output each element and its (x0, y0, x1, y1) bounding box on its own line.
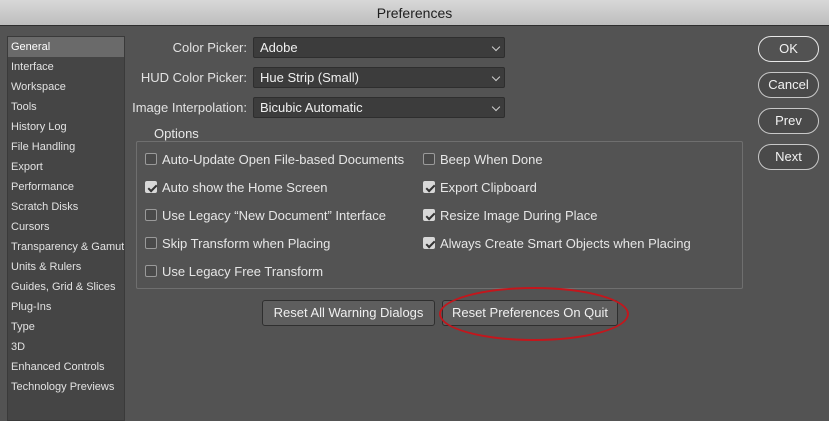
image-interpolation-value: Bicubic Automatic (260, 100, 363, 115)
hud-color-picker-label: HUD Color Picker: (140, 70, 247, 85)
checkbox[interactable] (145, 265, 157, 277)
image-interpolation-select[interactable]: Bicubic Automatic (253, 97, 505, 118)
option-always-create-smart-objects[interactable]: Always Create Smart Objects when Placing (423, 235, 691, 251)
option-label: Resize Image During Place (440, 207, 598, 223)
window-title: Preferences (376, 5, 453, 21)
hud-color-picker-value: Hue Strip (Small) (260, 70, 359, 85)
checkbox[interactable] (145, 209, 157, 221)
checkbox[interactable] (145, 237, 157, 249)
sidebar-item-guides-grid-slices[interactable]: Guides, Grid & Slices (8, 277, 124, 297)
sidebar-item-enhanced-controls[interactable]: Enhanced Controls (8, 357, 124, 377)
checkbox-checked[interactable] (423, 237, 435, 249)
sidebar-item-general[interactable]: General (8, 37, 124, 57)
sidebar-item-performance[interactable]: Performance (8, 177, 124, 197)
checkbox-checked[interactable] (423, 209, 435, 221)
checkbox[interactable] (145, 153, 157, 165)
sidebar-item-transparency-gamut[interactable]: Transparency & Gamut (8, 237, 124, 257)
sidebar-item-scratch-disks[interactable]: Scratch Disks (8, 197, 124, 217)
option-label: Beep When Done (440, 151, 543, 167)
color-picker-label: Color Picker: (172, 40, 247, 55)
option-label: Use Legacy Free Transform (162, 263, 324, 279)
sidebar-item-3d[interactable]: 3D (8, 337, 124, 357)
option-legacy-new-document[interactable]: Use Legacy “New Document” Interface (145, 207, 386, 223)
option-label: Auto-Update Open File-based Documents (162, 151, 405, 167)
chevron-down-icon (491, 72, 501, 82)
reset-warning-dialogs-button[interactable]: Reset All Warning Dialogs (262, 300, 435, 326)
option-legacy-free-transform[interactable]: Use Legacy Free Transform (145, 263, 323, 279)
preferences-sidebar: General Interface Workspace Tools Histor… (7, 36, 125, 421)
option-label: Use Legacy “New Document” Interface (162, 207, 386, 223)
option-label: Skip Transform when Placing (162, 235, 331, 251)
option-auto-show-home-screen[interactable]: Auto show the Home Screen (145, 179, 327, 195)
window-title-bar: Preferences (0, 0, 829, 26)
sidebar-item-interface[interactable]: Interface (8, 57, 124, 77)
option-label: Export Clipboard (440, 179, 537, 195)
image-interpolation-label: Image Interpolation: (132, 100, 247, 115)
ok-button[interactable]: OK (758, 36, 819, 62)
cancel-button[interactable]: Cancel (758, 72, 819, 98)
option-label: Always Create Smart Objects when Placing (440, 235, 691, 251)
sidebar-item-history-log[interactable]: History Log (8, 117, 124, 137)
next-button[interactable]: Next (758, 144, 819, 170)
sidebar-item-technology-previews[interactable]: Technology Previews (8, 377, 124, 397)
sidebar-item-units-rulers[interactable]: Units & Rulers (8, 257, 124, 277)
option-auto-update-documents[interactable]: Auto-Update Open File-based Documents (145, 151, 404, 167)
option-export-clipboard[interactable]: Export Clipboard (423, 179, 537, 195)
option-beep-when-done[interactable]: Beep When Done (423, 151, 543, 167)
checkbox-checked[interactable] (145, 181, 157, 193)
chevron-down-icon (491, 102, 501, 112)
sidebar-item-export[interactable]: Export (8, 157, 124, 177)
checkbox[interactable] (423, 153, 435, 165)
chevron-down-icon (491, 42, 501, 52)
option-skip-transform[interactable]: Skip Transform when Placing (145, 235, 330, 251)
options-title: Options (149, 126, 204, 141)
sidebar-item-type[interactable]: Type (8, 317, 124, 337)
sidebar-item-workspace[interactable]: Workspace (8, 77, 124, 97)
color-picker-value: Adobe (260, 40, 298, 55)
option-label: Auto show the Home Screen (162, 179, 328, 195)
sidebar-item-tools[interactable]: Tools (8, 97, 124, 117)
checkbox-checked[interactable] (423, 181, 435, 193)
reset-preferences-on-quit-button[interactable]: Reset Preferences On Quit (442, 300, 618, 326)
option-resize-image-during-place[interactable]: Resize Image During Place (423, 207, 598, 223)
prev-button[interactable]: Prev (758, 108, 819, 134)
sidebar-item-plug-ins[interactable]: Plug-Ins (8, 297, 124, 317)
sidebar-item-cursors[interactable]: Cursors (8, 217, 124, 237)
hud-color-picker-select[interactable]: Hue Strip (Small) (253, 67, 505, 88)
color-picker-select[interactable]: Adobe (253, 37, 505, 58)
sidebar-item-file-handling[interactable]: File Handling (8, 137, 124, 157)
